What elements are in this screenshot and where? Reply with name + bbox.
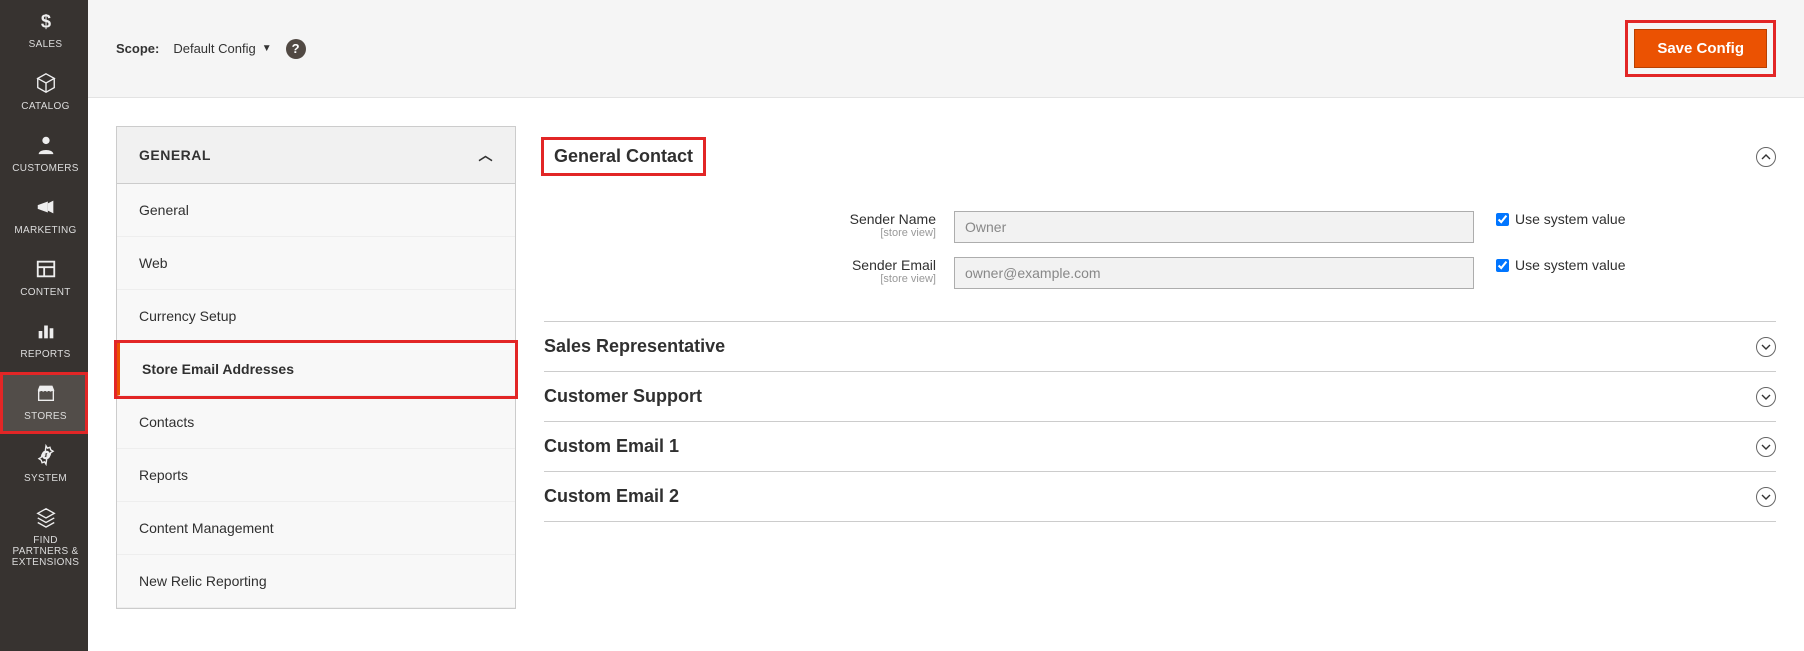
scope-label: Scope: [116,41,159,56]
nav-label: REPORTS [5,349,86,360]
config-main: General Contact Sender Name [store view] [544,126,1776,522]
label-text: Sender Name [850,211,936,227]
nav-customers[interactable]: CUSTOMERS [0,124,88,186]
expand-down-icon [1756,387,1776,407]
collapsed-sections: Sales Representative Customer Support Cu… [544,321,1776,522]
nav-reports[interactable]: REPORTS [0,310,88,372]
nav-label: SALES [5,39,86,50]
nav-label: CATALOG [5,101,86,112]
nav-label: SYSTEM [5,473,86,484]
nav-catalog[interactable]: CATALOG [0,62,88,124]
section-sales-rep-header[interactable]: Sales Representative [544,321,1776,372]
tab-group-general[interactable]: GENERAL ︿ [117,127,515,184]
megaphone-icon [5,196,86,221]
nav-label: STORES [5,411,86,422]
gear-icon [5,444,86,469]
bars-icon [5,320,86,345]
tab-content-management[interactable]: Content Management [117,502,515,555]
sender-name-input[interactable] [954,211,1474,243]
chevron-up-icon: ︿ [479,145,494,165]
field-sender-email-row: Sender Email [store view] Use system val… [544,257,1776,289]
expand-down-icon [1756,437,1776,457]
label-scope: [store view] [544,273,936,285]
nav-sales[interactable]: $ SALES [0,0,88,62]
caret-down-icon: ▼ [262,43,272,54]
cube-icon [5,72,86,97]
section-general-contact-body: Sender Name [store view] Use system valu… [544,187,1776,321]
tab-web[interactable]: Web [117,237,515,290]
nav-marketing[interactable]: MARKETING [0,186,88,248]
use-system-value-check[interactable]: Use system value [1474,257,1625,273]
tab-items: General Web Currency Setup Store Email A… [117,184,515,608]
layout-icon [5,258,86,283]
use-system-value-check[interactable]: Use system value [1474,211,1625,227]
admin-sidebar: $ SALES CATALOG CUSTOMERS MARKETING CONT… [0,0,88,651]
tab-new-relic-reporting[interactable]: New Relic Reporting [117,555,515,608]
help-icon[interactable]: ? [286,39,306,59]
field-input-wrap [954,257,1474,289]
save-button-highlight: Save Config [1625,20,1776,77]
svg-text:$: $ [40,10,50,31]
section-title: General Contact [544,140,703,173]
main-area: Scope: Default Config ▼ ? Save Config GE… [88,0,1804,649]
scope-switcher: Scope: Default Config ▼ ? [116,39,306,59]
topbar: Scope: Default Config ▼ ? Save Config [88,0,1804,98]
section-title: Sales Representative [544,336,725,357]
nav-label: FIND PARTNERS & EXTENSIONS [5,535,86,568]
section-title: Customer Support [544,386,702,407]
section-custom-email-2-header[interactable]: Custom Email 2 [544,472,1776,522]
section-customer-support-header[interactable]: Customer Support [544,372,1776,422]
label-text: Sender Email [852,257,936,273]
section-general-contact-header[interactable]: General Contact [544,126,1776,187]
nav-stores[interactable]: STORES [0,372,88,434]
field-label: Sender Email [store view] [544,257,954,285]
config-tabs: GENERAL ︿ General Web Currency Setup Sto… [116,126,516,609]
expand-down-icon [1756,337,1776,357]
section-custom-email-1-header[interactable]: Custom Email 1 [544,422,1776,472]
stack-icon [5,506,86,531]
scope-dropdown[interactable]: Default Config ▼ [173,41,271,56]
section-title: Custom Email 2 [544,486,679,507]
collapse-up-icon [1756,147,1776,167]
tab-contacts[interactable]: Contacts [117,396,515,449]
use-system-checkbox[interactable] [1496,213,1509,226]
tab-group-label: GENERAL [139,147,211,163]
field-sender-name-row: Sender Name [store view] Use system valu… [544,211,1776,243]
field-input-wrap [954,211,1474,243]
use-system-checkbox[interactable] [1496,259,1509,272]
save-config-button[interactable]: Save Config [1634,29,1767,68]
nav-content[interactable]: CONTENT [0,248,88,310]
expand-down-icon [1756,487,1776,507]
nav-partners[interactable]: FIND PARTNERS & EXTENSIONS [0,496,88,580]
tab-reports[interactable]: Reports [117,449,515,502]
sender-email-input[interactable] [954,257,1474,289]
label-scope: [store view] [544,227,936,239]
scope-value-text: Default Config [173,41,255,56]
dollar-icon: $ [5,10,86,35]
tab-general[interactable]: General [117,184,515,237]
tab-store-email-addresses[interactable]: Store Email Addresses [117,343,515,396]
person-icon [5,134,86,159]
field-label: Sender Name [store view] [544,211,954,239]
nav-label: CONTENT [5,287,86,298]
use-system-label: Use system value [1515,211,1625,227]
nav-system[interactable]: SYSTEM [0,434,88,496]
tab-currency-setup[interactable]: Currency Setup [117,290,515,343]
use-system-label: Use system value [1515,257,1625,273]
content: GENERAL ︿ General Web Currency Setup Sto… [88,98,1804,649]
nav-label: MARKETING [5,225,86,236]
nav-label: CUSTOMERS [5,163,86,174]
storefront-icon [5,382,86,407]
section-title: Custom Email 1 [544,436,679,457]
